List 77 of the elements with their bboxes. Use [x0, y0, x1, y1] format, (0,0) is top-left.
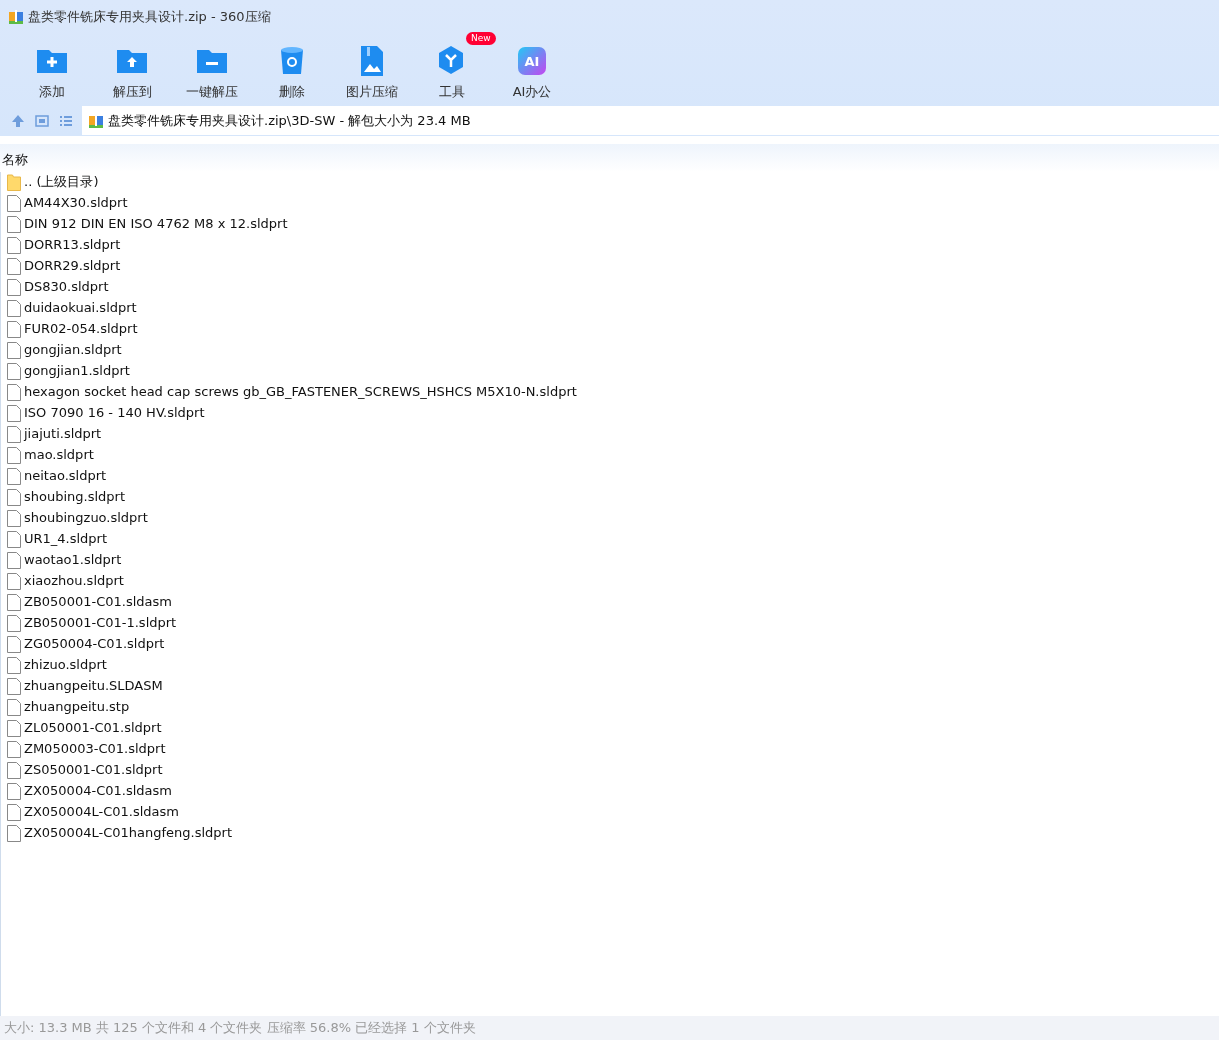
- file-name[interactable]: duidaokuai.sldprt: [24, 298, 137, 318]
- file-name[interactable]: UR1_4.sldprt: [24, 529, 108, 549]
- file-name[interactable]: zhuangpeitu.SLDASM: [24, 676, 163, 696]
- file-name[interactable]: mao.sldprt: [24, 445, 94, 465]
- toolbar-button[interactable]: 删除: [252, 33, 332, 105]
- file-icon: [7, 467, 21, 485]
- toolbar-button[interactable]: 一键解压: [172, 33, 252, 105]
- address-path: 盘类零件铣床专用夹具设计.zip\3D-SW - 解包大小为 23.4 MB: [108, 111, 471, 130]
- file-icon: [7, 488, 21, 506]
- file-icon: [7, 719, 21, 737]
- file-name[interactable]: ZG050004-C01.sldprt: [24, 634, 165, 654]
- new-badge: New: [466, 32, 496, 45]
- file-name[interactable]: ZX050004-C01.sldasm: [24, 781, 172, 801]
- window-title: 盘类零件铣床专用夹具设计.zip - 360压缩: [28, 7, 271, 26]
- archive-icon: [8, 8, 24, 25]
- file-name[interactable]: ZX050004L-C01hangfeng.sldprt: [24, 823, 232, 843]
- file-icon: [7, 383, 21, 401]
- file-name[interactable]: DIN 912 DIN EN ISO 4762 M8 x 12.sldprt: [24, 214, 288, 234]
- view-icon[interactable]: [34, 112, 50, 129]
- file-icon: [7, 236, 21, 254]
- file-name[interactable]: ZB050001-C01-1.sldprt: [24, 613, 177, 633]
- file-icon: [7, 257, 21, 275]
- file-name[interactable]: zhizuo.sldprt: [24, 655, 107, 675]
- file-icon: [7, 572, 21, 590]
- toolbar-button[interactable]: 图片压缩: [332, 33, 412, 105]
- file-name[interactable]: xiaozhou.sldprt: [24, 571, 124, 591]
- file-name[interactable]: gongjian.sldprt: [24, 340, 122, 360]
- status-text: 大小: 13.3 MB 共 125 个文件和 4 个文件夹 压缩率 56.8% 已经选择 1 个文件夹: [4, 1019, 476, 1038]
- file-name[interactable]: hexagon socket head cap screws gb_GB_FASTENER_SCREWS_HSHCS M5X10-N.sldprt: [24, 382, 577, 402]
- file-icon: [7, 341, 21, 359]
- file-icon: [7, 656, 21, 674]
- file-icon: [7, 824, 21, 842]
- file-icon: [7, 320, 21, 338]
- file-icon: [7, 425, 21, 443]
- file-name[interactable]: ZM050003-C01.sldprt: [24, 739, 166, 759]
- file-icon: [7, 677, 21, 695]
- file-icon: [7, 278, 21, 296]
- folder-icon: [7, 173, 21, 191]
- file-icon: [7, 194, 21, 212]
- address-bar[interactable]: 盘类零件铣床专用夹具设计.zip\3D-SW - 解包大小为 23.4 MB: [82, 106, 1219, 135]
- file-name[interactable]: .. (上级目录): [24, 172, 99, 192]
- file-name[interactable]: shoubingzuo.sldprt: [24, 508, 148, 528]
- file-name[interactable]: ISO 7090 16 - 140 HV.sldprt: [24, 403, 205, 423]
- file-name[interactable]: ZX050004L-C01.sldasm: [24, 802, 179, 822]
- column-header[interactable]: 名称: [2, 152, 28, 167]
- file-icon: [7, 635, 21, 653]
- file-icon: [7, 740, 21, 758]
- file-icon: [7, 593, 21, 611]
- file-icon: [7, 530, 21, 548]
- file-name[interactable]: zhuangpeitu.stp: [24, 697, 130, 717]
- file-name[interactable]: AM44X30.sldprt: [24, 193, 128, 213]
- file-name[interactable]: neitao.sldprt: [24, 466, 107, 486]
- file-icon: [7, 782, 21, 800]
- file-name[interactable]: DS830.sldprt: [24, 277, 109, 297]
- file-icon: [7, 215, 21, 233]
- file-icon: [7, 404, 21, 422]
- file-icon: [7, 362, 21, 380]
- file-name[interactable]: shoubing.sldprt: [24, 487, 126, 507]
- toolbar-button[interactable]: 解压到: [92, 33, 172, 105]
- file-name[interactable]: gongjian1.sldprt: [24, 361, 130, 381]
- file-name[interactable]: DORR29.sldprt: [24, 256, 121, 276]
- file-icon: [7, 446, 21, 464]
- file-icon: [7, 509, 21, 527]
- file-name[interactable]: FUR02-054.sldprt: [24, 319, 138, 339]
- file-name[interactable]: ZB050001-C01.sldasm: [24, 592, 172, 612]
- file-icon: [7, 299, 21, 317]
- file-name[interactable]: ZL050001-C01.sldprt: [24, 718, 162, 738]
- file-icon: [7, 551, 21, 569]
- file-icon: [7, 803, 21, 821]
- toolbar-button[interactable]: 添加: [12, 33, 92, 105]
- file-icon: [7, 761, 21, 779]
- file-name[interactable]: ZS050001-C01.sldprt: [24, 760, 163, 780]
- file-name[interactable]: DORR13.sldprt: [24, 235, 121, 255]
- file-name[interactable]: jiajuti.sldprt: [24, 424, 102, 444]
- file-icon: [7, 614, 21, 632]
- file-icon: [7, 698, 21, 716]
- file-name[interactable]: waotao1.sldprt: [24, 550, 122, 570]
